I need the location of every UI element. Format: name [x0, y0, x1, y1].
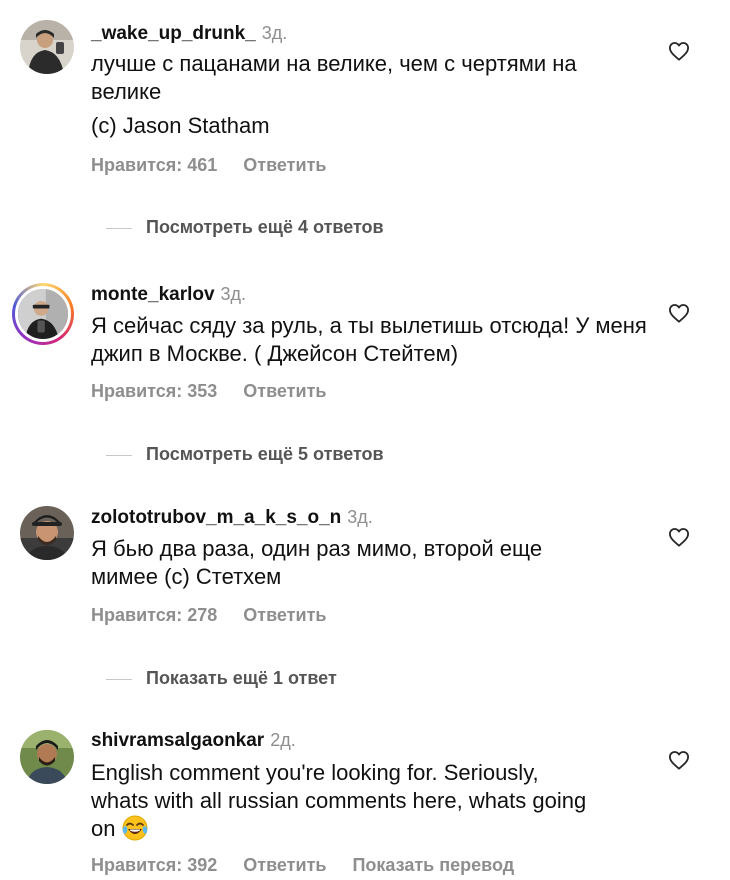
username[interactable]: zolototrubov_m_a_k_s_o_n [91, 507, 341, 528]
heart-outline-icon [669, 528, 689, 547]
reply-button[interactable]: Ответить [243, 855, 326, 875]
like-button[interactable] [668, 750, 690, 770]
comment-actions: Нравится: 461 Ответить [91, 154, 352, 176]
view-replies-button[interactable]: Посмотреть ещё 4 ответов [106, 216, 384, 238]
translate-button[interactable]: Показать перевод [352, 855, 514, 875]
divider [106, 227, 132, 229]
view-replies-label: Посмотреть ещё 4 ответов [146, 217, 384, 237]
comment-line: (c) Jason Statham [91, 113, 270, 138]
person-avatar-icon [20, 506, 74, 560]
timestamp: 3д. [347, 507, 373, 527]
like-button[interactable] [668, 41, 690, 61]
avatar[interactable] [20, 506, 74, 560]
comment-header: _wake_up_drunk_ 3д. [91, 21, 287, 46]
like-button[interactable] [668, 303, 690, 323]
reply-button[interactable]: Ответить [243, 381, 326, 401]
comment-header: shivramsalgaonkar 2д. [91, 728, 296, 753]
face-with-tears-of-joy-icon [122, 815, 148, 841]
view-replies-label: Посмотреть ещё 5 ответов [146, 444, 384, 464]
heart-outline-icon [669, 304, 689, 323]
avatar-story-ring[interactable] [12, 283, 74, 345]
username[interactable]: monte_karlov [91, 284, 215, 305]
likes-count[interactable]: Нравится: 278 [91, 605, 217, 625]
likes-count[interactable]: Нравится: 353 [91, 381, 217, 401]
comment-line: English comment you're looking for. Seri… [91, 760, 587, 841]
heart-outline-icon [669, 751, 689, 770]
divider [106, 678, 132, 680]
comment-text: Я сейчас сяду за руль, а ты вылетишь отс… [91, 312, 651, 368]
view-replies-button[interactable]: Показать ещё 1 ответ [106, 667, 337, 689]
timestamp: 3д. [220, 284, 247, 304]
likes-count[interactable]: Нравится: 461 [91, 155, 217, 175]
comment-header: zolototrubov_m_a_k_s_o_n 3д. [91, 505, 373, 530]
likes-count[interactable]: Нравится: 392 [91, 855, 217, 875]
comment-actions: Нравится: 278 Ответить [91, 604, 352, 626]
avatar[interactable] [20, 20, 74, 74]
reply-button[interactable]: Ответить [243, 605, 326, 625]
comment-actions: Нравится: 392 Ответить Показать перевод [91, 854, 540, 876]
view-replies-button[interactable]: Посмотреть ещё 5 ответов [106, 443, 384, 465]
person-avatar-icon [20, 730, 74, 784]
like-button[interactable] [668, 527, 690, 547]
comment-text: English comment you're looking for. Seri… [91, 759, 601, 843]
timestamp: 2д. [270, 730, 296, 750]
comment-line: Я сейчас сяду за руль, а ты вылетишь отс… [91, 313, 647, 366]
username[interactable]: _wake_up_drunk_ [91, 23, 256, 44]
divider [106, 454, 132, 456]
view-replies-label: Показать ещё 1 ответ [146, 668, 337, 688]
timestamp: 3д. [261, 23, 288, 43]
avatar[interactable] [20, 730, 74, 784]
username[interactable]: shivramsalgaonkar [91, 730, 264, 751]
comment-line: лучше с пацанами на велике, чем с чертям… [91, 51, 577, 104]
reply-button[interactable]: Ответить [243, 155, 326, 175]
comment-text: Я бью два раза, один раз мимо, второй ещ… [91, 535, 611, 591]
comment-line: Я бью два раза, один раз мимо, второй ещ… [91, 536, 543, 589]
comment-text: лучше с пацанами на велике, чем с чертям… [91, 50, 651, 140]
person-avatar-icon [18, 289, 68, 339]
comment-header: monte_karlov 3д. [91, 282, 246, 307]
heart-outline-icon [669, 42, 689, 61]
person-avatar-icon [20, 20, 74, 74]
comment-actions: Нравится: 353 Ответить [91, 380, 352, 402]
